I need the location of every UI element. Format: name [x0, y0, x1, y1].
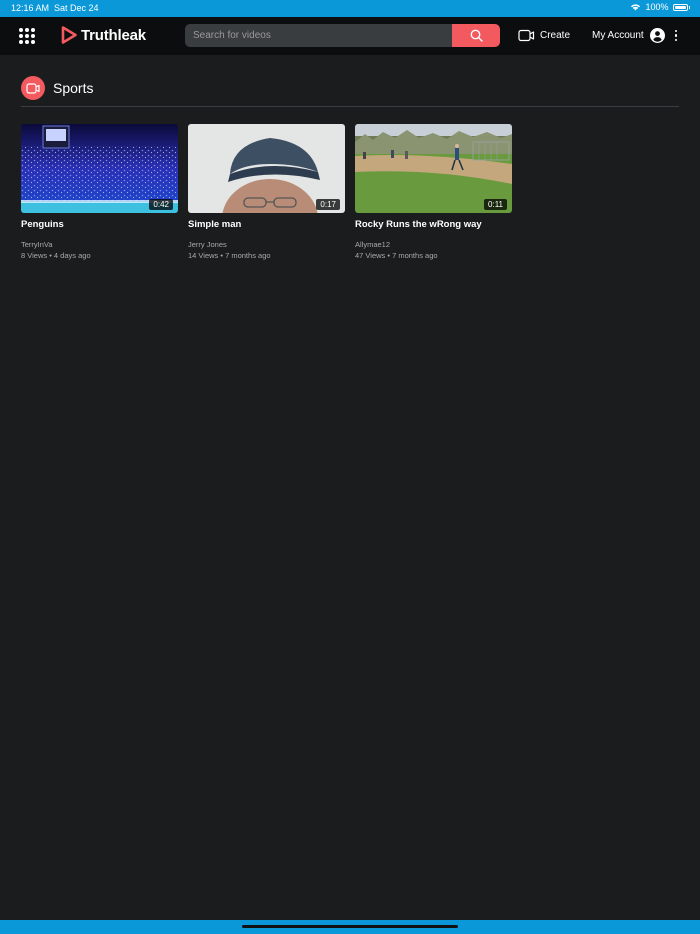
top-navbar: Truthleak Create My Account [0, 17, 700, 55]
video-author[interactable]: Allymae12 [355, 240, 512, 249]
video-card[interactable]: 0:11 Rocky Runs the wRong way Allymae12 … [355, 124, 512, 260]
search-input[interactable] [185, 24, 452, 47]
apps-grid-icon[interactable] [19, 28, 35, 44]
video-card[interactable]: 0:42 Penguins TerryInVa 8 Views • 4 days… [21, 124, 178, 260]
video-thumbnail[interactable]: 0:42 [21, 124, 178, 213]
section-title: Sports [53, 80, 94, 96]
status-bar: 12:16 AM Sat Dec 24 100% [0, 0, 700, 17]
account-menu[interactable]: My Account [592, 28, 678, 43]
video-duration: 0:17 [316, 199, 340, 210]
video-card[interactable]: 0:17 Simple man Jerry Jones 14 Views • 7… [188, 124, 345, 260]
more-options-icon[interactable] [674, 29, 678, 42]
home-indicator[interactable] [242, 925, 458, 928]
search-button[interactable] [452, 24, 500, 47]
video-thumbnail[interactable]: 0:11 [355, 124, 512, 213]
video-title[interactable]: Penguins [21, 219, 178, 230]
video-meta: 8 Views • 4 days ago [21, 251, 91, 260]
section-divider [21, 106, 679, 107]
home-indicator-bar [0, 920, 700, 934]
battery-icon [672, 3, 688, 11]
video-meta: 47 Views • 7 months ago [355, 251, 438, 260]
video-camera-icon [518, 29, 535, 42]
battery-percent: 100% [645, 2, 669, 12]
video-thumbnail[interactable]: 0:17 [188, 124, 345, 213]
account-label: My Account [592, 30, 644, 41]
create-label: Create [540, 30, 571, 41]
video-duration: 0:42 [149, 199, 173, 210]
section-video-icon [21, 76, 45, 100]
play-logo-icon [61, 26, 77, 44]
create-button[interactable]: Create [518, 29, 570, 42]
video-title[interactable]: Simple man [188, 219, 345, 230]
user-avatar-icon [649, 28, 665, 43]
brand-logo[interactable]: Truthleak [61, 26, 146, 44]
battery-nub [688, 5, 690, 9]
status-right: 100% [630, 2, 690, 12]
video-meta: 14 Views • 7 months ago [188, 251, 271, 260]
brand-name: Truthleak [81, 26, 146, 44]
video-title[interactable]: Rocky Runs the wRong way [355, 219, 512, 230]
search-bar [185, 24, 500, 47]
video-author[interactable]: Jerry Jones [188, 240, 345, 249]
wifi-icon [631, 4, 641, 11]
status-date: Sat Dec 24 [54, 3, 99, 13]
video-duration: 0:11 [484, 199, 507, 210]
search-icon [470, 29, 483, 42]
section-header: Sports [21, 76, 93, 100]
video-author[interactable]: TerryInVa [21, 240, 178, 249]
status-time: 12:16 AM [11, 3, 50, 13]
